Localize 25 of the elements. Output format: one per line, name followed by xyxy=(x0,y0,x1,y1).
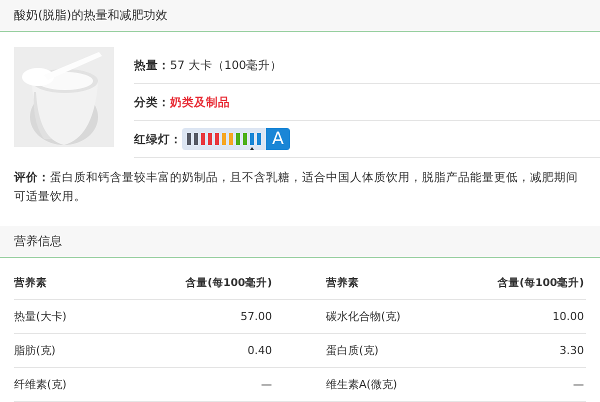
column-header: 含量(每100毫升) xyxy=(496,276,584,290)
table-cell-text: 0.40 xyxy=(246,344,272,357)
field-label: 红绿灯： xyxy=(134,132,182,146)
field-label: 热量： xyxy=(134,58,170,72)
table-cell-text: 维生素A(微克) xyxy=(326,377,398,392)
column-header: 营养素 xyxy=(326,276,360,290)
table-cell-text: 纤维素(克) xyxy=(14,377,68,392)
grade-badge: A xyxy=(266,128,290,150)
table-cell-text: — xyxy=(260,378,272,391)
category-link[interactable]: 奶类及制品 xyxy=(170,94,230,110)
field-value: 57 大卡（100毫升） xyxy=(170,58,282,72)
table-cell-text: 10.00 xyxy=(552,310,584,323)
table-cell-text: 3.30 xyxy=(558,344,584,357)
page-title: 酸奶(脱脂)的热量和减肥功效 xyxy=(14,7,168,24)
table-cell-text: 脂肪(克) xyxy=(14,343,57,358)
table-cell-text: 57.00 xyxy=(240,310,272,323)
section-title: 营养信息 xyxy=(14,233,62,250)
column-header: 含量(每100毫升) xyxy=(184,276,272,290)
table-cell-text: 热量(大卡) xyxy=(14,309,68,324)
review-text: 评价：蛋白质和钙含量较丰富的奶制品，且不含乳糖，适合中国人体质饮用，脱脂产品能量更低，减肥期间可适量饮用。 xyxy=(12,169,579,205)
column-header: 营养素 xyxy=(14,276,48,290)
table-cell-text: 蛋白质(克) xyxy=(326,343,380,358)
field-label: 分类： xyxy=(134,94,170,110)
table-cell-text: — xyxy=(572,378,584,391)
table-cell-text: 碳水化合物(克) xyxy=(326,309,402,324)
